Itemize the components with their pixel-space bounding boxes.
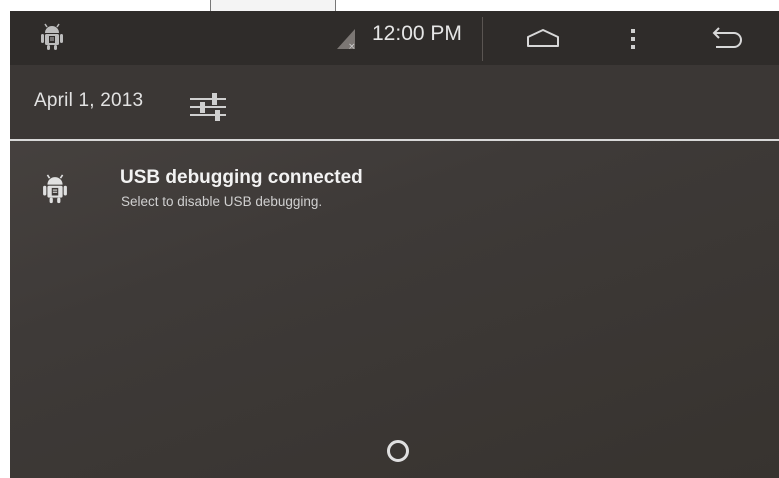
quick-settings-icon[interactable] <box>188 91 228 123</box>
shade-handle-icon[interactable] <box>387 440 409 462</box>
notification-text: Select to disable USB debugging. <box>121 194 323 209</box>
status-clock: 12:00 PM <box>372 22 462 45</box>
notification-shade: × 12:00 PM April 1, 2013 USB debugging c… <box>10 11 779 478</box>
back-icon[interactable] <box>706 27 744 49</box>
notification-item[interactable]: USB debugging connected Select to disabl… <box>10 151 779 229</box>
android-debug-icon <box>41 23 63 50</box>
notification-title: USB debugging connected <box>120 167 363 188</box>
android-debug-icon <box>43 174 67 204</box>
header-divider <box>10 139 779 141</box>
device-frame: × 12:00 PM April 1, 2013 USB debugging c… <box>0 0 779 478</box>
svg-text:×: × <box>348 42 356 51</box>
status-divider <box>482 17 483 61</box>
home-icon[interactable] <box>526 28 560 48</box>
status-bar: × 12:00 PM <box>10 11 779 65</box>
signal-icon: × <box>337 29 356 51</box>
notification-header: April 1, 2013 <box>10 65 779 141</box>
date-label: April 1, 2013 <box>34 90 144 111</box>
menu-icon[interactable] <box>630 27 636 51</box>
